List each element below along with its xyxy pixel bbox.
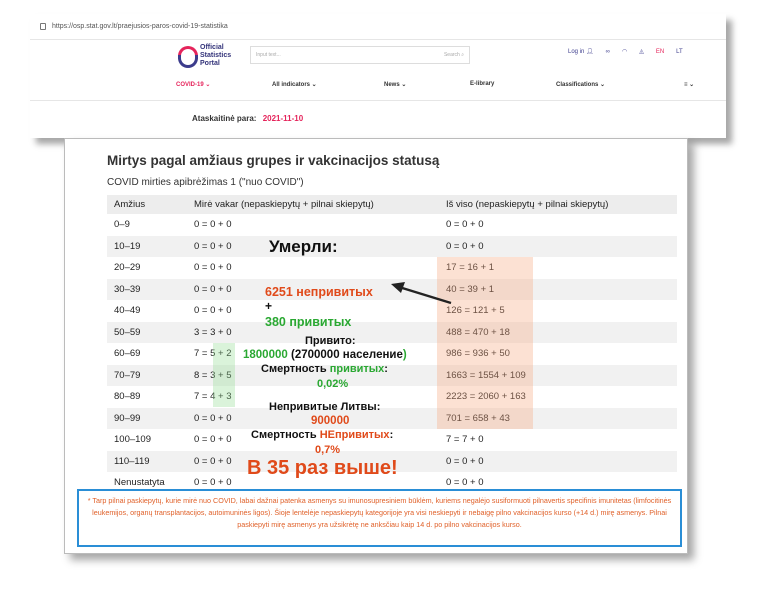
annotation-vaccinated-count: 380 привитых	[265, 315, 352, 329]
annotation-unvax-mortality-label: Смертность НЕпривитых:	[251, 429, 394, 441]
footnote: * Tarp pilnai paskiepytų, kurie mirė nuo…	[77, 489, 682, 547]
column-header-age: Amžius	[107, 195, 187, 214]
age-cell: 90–99	[107, 407, 187, 429]
main-nav: COVID-19 ⌄ All indicators ⌄ News ⌄ E-lib…	[30, 74, 726, 96]
vaccinated-yesterday-highlight	[213, 343, 235, 407]
glasses-icon[interactable]: ∞	[606, 49, 610, 55]
login-button[interactable]: Log in 👤︎	[568, 48, 594, 55]
annotation-population-close: )	[402, 349, 407, 361]
lang-lt[interactable]: LT	[676, 49, 683, 55]
url-text[interactable]: https://osp.stat.gov.lt/praejusios-paros…	[52, 23, 228, 30]
logo-line-3: Portal	[200, 60, 220, 67]
rss-icon[interactable]: ◠	[622, 48, 627, 55]
age-cell: 10–19	[107, 235, 187, 257]
age-cell: 30–39	[107, 278, 187, 300]
age-cell: 110–119	[107, 450, 187, 472]
report-date: Ataskaitinė para: 2021-11-10	[192, 114, 303, 123]
annotation-population: 2700000 население	[294, 349, 403, 361]
age-cell: 50–59	[107, 321, 187, 343]
table-row: 20–29 0 = 0 + 0 17 = 16 + 1	[107, 257, 677, 279]
table-header-row: Amžius Mirė vakar (nepaskiepytų + pilnai…	[107, 195, 677, 214]
total-cell: 0 = 0 + 0	[446, 219, 484, 231]
age-cell: 100–109	[114, 434, 151, 446]
yesterday-cell: 0 = 0 + 0	[194, 219, 232, 231]
address-bar[interactable]: https://osp.stat.gov.lt/praejusios-paros…	[30, 14, 726, 40]
annotation-vaccinated-line: 1800000 (2700000 население)	[243, 349, 407, 361]
nav-divider	[30, 100, 726, 101]
table-row: 0–9 0 = 0 + 0 0 = 0 + 0	[107, 214, 677, 236]
lock-icon	[40, 23, 46, 30]
annotation-unvaccinated-count: 6251 непривитых	[265, 285, 373, 299]
total-cell: 0 = 0 + 0	[439, 235, 677, 257]
table-row: 10–19 0 = 0 + 00 = 0 + 0	[107, 235, 677, 257]
total-cell: 0 = 0 + 0	[439, 450, 677, 472]
search-icon[interactable]: ⌕	[461, 52, 464, 58]
report-date-label: Ataskaitinė para:	[192, 114, 257, 123]
nav-news[interactable]: News ⌄	[384, 81, 406, 88]
report-date-value: 2021-11-10	[262, 114, 304, 123]
deaths-table-card: Mirtys pagal amžiaus grupes ir vakcinaci…	[64, 138, 688, 554]
table-row: 90–99 0 = 0 + 0 701 = 658 + 43	[107, 407, 677, 429]
nav-classifications[interactable]: Classifications ⌄	[556, 81, 605, 88]
age-cell: 20–29	[114, 262, 141, 274]
annotation-vaccinated-number: 1800000	[243, 349, 288, 361]
annotation-died: Умерли:	[269, 237, 338, 256]
age-cell: 60–69	[114, 348, 141, 360]
deaths-table: Amžius Mirė vakar (nepaskiepytų + pilnai…	[107, 195, 677, 494]
page-subtitle: COVID mirties apibrėžimas 1 ("nuo COVID"…	[107, 177, 304, 188]
lang-en[interactable]: EN	[656, 49, 664, 55]
annotation-plus: +	[265, 299, 273, 313]
annotation-vax-mortality-value: 0,02%	[317, 378, 349, 390]
table-row: 70–79 8 = 3 + 5 1663 = 1554 + 109	[107, 364, 677, 386]
table-row: 50–59 3 = 3 + 0 488 = 470 + 18	[107, 321, 677, 343]
annotation-vax-mortality-label: Смертность привитых:	[261, 363, 388, 375]
bell-icon[interactable]: ◬	[639, 48, 644, 55]
nav-elibrary[interactable]: E-library	[470, 81, 494, 87]
search-label: Search	[443, 52, 460, 58]
logo-line-1: Official	[200, 44, 224, 51]
total-cell: 7 = 7 + 0	[446, 434, 484, 446]
column-header-total: Iš viso (nepaskiepytų + pilnai skiepytų)	[439, 195, 677, 214]
annotation-vaccinated-label: Привито:	[305, 335, 356, 347]
site-logo[interactable]: Official Statistics Portal	[176, 44, 231, 68]
annotation-unvax-mortality-value: 0,7%	[315, 444, 341, 456]
header-actions: Log in 👤︎ ∞ ◠ ◬ EN LT	[568, 48, 683, 56]
age-cell: 80–89	[114, 391, 141, 403]
search-input[interactable]: Input text... Search ⌕	[250, 46, 470, 64]
annotation-arrow-icon	[391, 282, 452, 305]
nav-all-indicators[interactable]: All indicators ⌄	[272, 81, 317, 88]
page-title: Mirtys pagal amžiaus grupes ir vakcinaci…	[107, 153, 440, 168]
annotation-unvaccinated-lithuania-label: Непривитые Литвы:	[269, 401, 381, 413]
age-cell: 0–9	[114, 219, 130, 231]
site-header-snapshot: https://osp.stat.gov.lt/praejusios-paros…	[30, 14, 726, 138]
user-icon: 👤︎	[586, 49, 594, 55]
annotation-times-higher: В 35 раз выше!	[247, 457, 398, 479]
logo-line-2: Statistics	[200, 52, 232, 59]
age-cell: 70–79	[107, 364, 187, 386]
annotation-unvaccinated-lithuania-value: 900000	[311, 415, 350, 427]
logo-mark-icon	[176, 45, 198, 68]
table-row: 80–89 7 = 4 + 3 2223 = 2060 + 163	[107, 386, 677, 408]
column-header-yesterday: Mirė vakar (nepaskiepytų + pilnai skiepy…	[187, 195, 439, 214]
yesterday-cell: 0 = 0 + 0	[194, 262, 232, 274]
search-placeholder: Input text...	[256, 52, 281, 58]
nav-menu[interactable]: ≡ ⌄	[684, 81, 694, 88]
age-cell: 40–49	[114, 305, 141, 317]
nav-covid19[interactable]: COVID-19 ⌄	[176, 81, 210, 88]
